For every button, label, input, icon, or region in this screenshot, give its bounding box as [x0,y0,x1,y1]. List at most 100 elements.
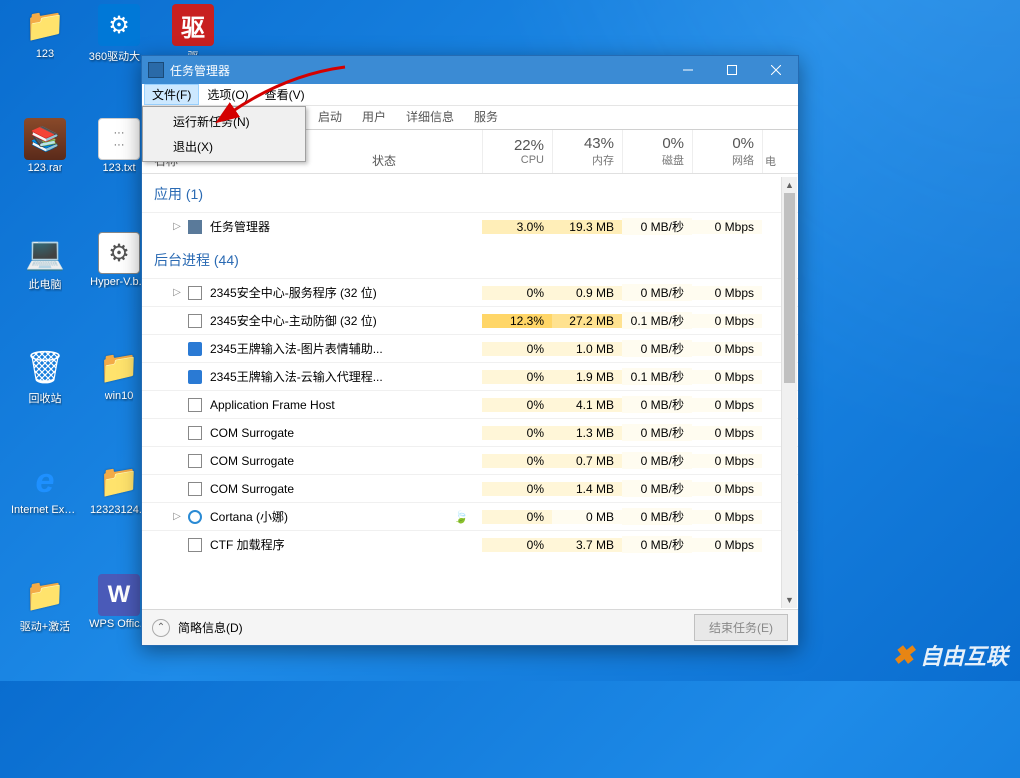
mem-cell: 1.0 MB [552,342,622,356]
process-name: 2345王牌输入法-图片表情辅助... [210,340,383,357]
titlebar[interactable]: 任务管理器 [142,56,798,84]
net-cell: 0 Mbps [692,314,762,328]
cpu-label: CPU [521,154,544,166]
process-row[interactable]: 2345安全中心-主动防御 (32 位)12.3%27.2 MB0.1 MB/秒… [142,306,798,334]
net-cell: 0 Mbps [692,482,762,496]
fewer-details-icon[interactable]: ⌃ [152,619,170,637]
process-name: COM Surrogate [210,482,294,496]
desktop-icon[interactable]: 📁123 [14,4,76,60]
expand-icon[interactable]: ▷ [168,221,186,232]
process-row[interactable]: Application Frame Host0%4.1 MB0 MB/秒0 Mb… [142,390,798,418]
menu-options[interactable]: 选项(O) [199,84,256,105]
desktop-icon-label: 123.rar [28,162,63,174]
cpu-cell: 0% [482,398,552,412]
menu-view[interactable]: 查看(V) [257,84,313,105]
process-row[interactable]: ▷任务管理器3.0%19.3 MB0 MB/秒0 Mbps [142,212,798,240]
scrollbar[interactable]: ▲ ▼ [781,177,797,608]
disk-cell: 0.1 MB/秒 [622,312,692,329]
net-cell: 0 Mbps [692,538,762,552]
process-row[interactable]: CTF 加载程序0%3.7 MB0 MB/秒0 Mbps [142,530,798,558]
process-icon [186,312,204,330]
tab-details[interactable]: 详细信息 [396,104,464,129]
process-row[interactable]: COM Surrogate0%1.4 MB0 MB/秒0 Mbps [142,474,798,502]
cpu-cell: 0% [482,482,552,496]
col-cpu[interactable]: 22% CPU [482,130,552,173]
process-row[interactable]: 2345王牌输入法-云输入代理程...0%1.9 MB0.1 MB/秒0 Mbp… [142,362,798,390]
mem-cell: 27.2 MB [552,314,622,328]
disk-cell: 0 MB/秒 [622,452,692,469]
disk-cell: 0.1 MB/秒 [622,368,692,385]
col-network[interactable]: 0% 网络 [692,130,762,173]
process-icon [186,452,204,470]
desktop-icon[interactable]: 💻此电脑 [14,232,76,292]
process-row[interactable]: ▷Cortana (小娜)🍃0%0 MB0 MB/秒0 Mbps [142,502,798,530]
cpu-cell: 0% [482,538,552,552]
menu-run-new-task[interactable]: 运行新任务(N) [145,109,303,134]
col-power[interactable]: 电 [762,130,778,173]
disk-cell: 0 MB/秒 [622,218,692,235]
menu-exit[interactable]: 退出(X) [145,134,303,159]
cpu-cell: 0% [482,454,552,468]
desktop-icon-label: win10 [105,390,134,402]
net-cell: 0 Mbps [692,426,762,440]
mem-cell: 3.7 MB [552,538,622,552]
cpu-pct: 22% [514,137,544,154]
cpu-cell: 0% [482,510,552,524]
desktop-icon-label: 此电脑 [29,276,62,292]
process-row[interactable]: COM Surrogate0%1.3 MB0 MB/秒0 Mbps [142,418,798,446]
process-name: COM Surrogate [210,454,294,468]
tab-services[interactable]: 服务 [464,104,508,129]
process-list[interactable]: 应用 (1)▷任务管理器3.0%19.3 MB0 MB/秒0 Mbps后台进程 … [142,174,798,609]
cpu-cell: 0% [482,370,552,384]
scroll-down-button[interactable]: ▼ [782,592,797,608]
net-cell: 0 Mbps [692,220,762,234]
minimize-button[interactable] [666,56,710,84]
desktop-icon-label: Hyper-V.b... [90,276,148,288]
process-name: 2345安全中心-主动防御 (32 位) [210,312,377,329]
process-icon [186,424,204,442]
maximize-button[interactable] [710,56,754,84]
scroll-thumb[interactable] [784,193,795,383]
col-disk[interactable]: 0% 磁盘 [622,130,692,173]
desktop-icon[interactable]: eInternet Explorer [14,460,76,516]
tab-users[interactable]: 用户 [352,104,396,129]
scroll-up-button[interactable]: ▲ [782,177,797,193]
process-icon [186,536,204,554]
end-task-button[interactable]: 结束任务(E) [694,614,788,641]
net-cell: 0 Mbps [692,454,762,468]
disk-label: 磁盘 [662,152,684,168]
col-status[interactable]: 状态 [372,130,482,173]
fewer-details-label[interactable]: 简略信息(D) [178,619,243,636]
disk-cell: 0 MB/秒 [622,508,692,525]
cpu-cell: 0% [482,426,552,440]
process-name: Application Frame Host [210,398,335,412]
mem-cell: 19.3 MB [552,220,622,234]
desktop-icon-label: 123.txt [102,162,135,174]
disk-cell: 0 MB/秒 [622,480,692,497]
process-row[interactable]: COM Surrogate0%0.7 MB0 MB/秒0 Mbps [142,446,798,474]
desktop-icon-label: 123 [36,48,54,60]
col-memory[interactable]: 43% 内存 [552,130,622,173]
desktop-icon-label: WPS Offic... [89,618,149,630]
watermark-text: 自由互联 [920,639,1008,671]
desktop-icon[interactable]: 📁驱动+激活 [14,574,76,634]
desktop-icon[interactable]: 📚123.rar [14,118,76,174]
process-icon [186,480,204,498]
desktop-icon-label: 回收站 [29,390,62,406]
process-status: 🍃 [440,510,482,524]
disk-cell: 0 MB/秒 [622,424,692,441]
close-button[interactable] [754,56,798,84]
mem-label: 内存 [592,152,614,168]
process-row[interactable]: ▷2345安全中心-服务程序 (32 位)0%0.9 MB0 MB/秒0 Mbp… [142,278,798,306]
mem-cell: 0.9 MB [552,286,622,300]
process-row[interactable]: 2345王牌输入法-图片表情辅助...0%1.0 MB0 MB/秒0 Mbps [142,334,798,362]
footer: ⌃ 简略信息(D) 结束任务(E) [142,609,798,645]
tab-startup[interactable]: 启动 [308,104,352,129]
expand-icon[interactable]: ▷ [168,511,186,522]
expand-icon[interactable]: ▷ [168,287,186,298]
desktop-icon-label: 驱动+激活 [20,618,70,634]
desktop-icon[interactable]: 🗑回收站 [14,346,76,406]
process-icon [186,368,204,386]
process-icon [186,508,204,526]
menu-file[interactable]: 文件(F) [144,84,199,105]
